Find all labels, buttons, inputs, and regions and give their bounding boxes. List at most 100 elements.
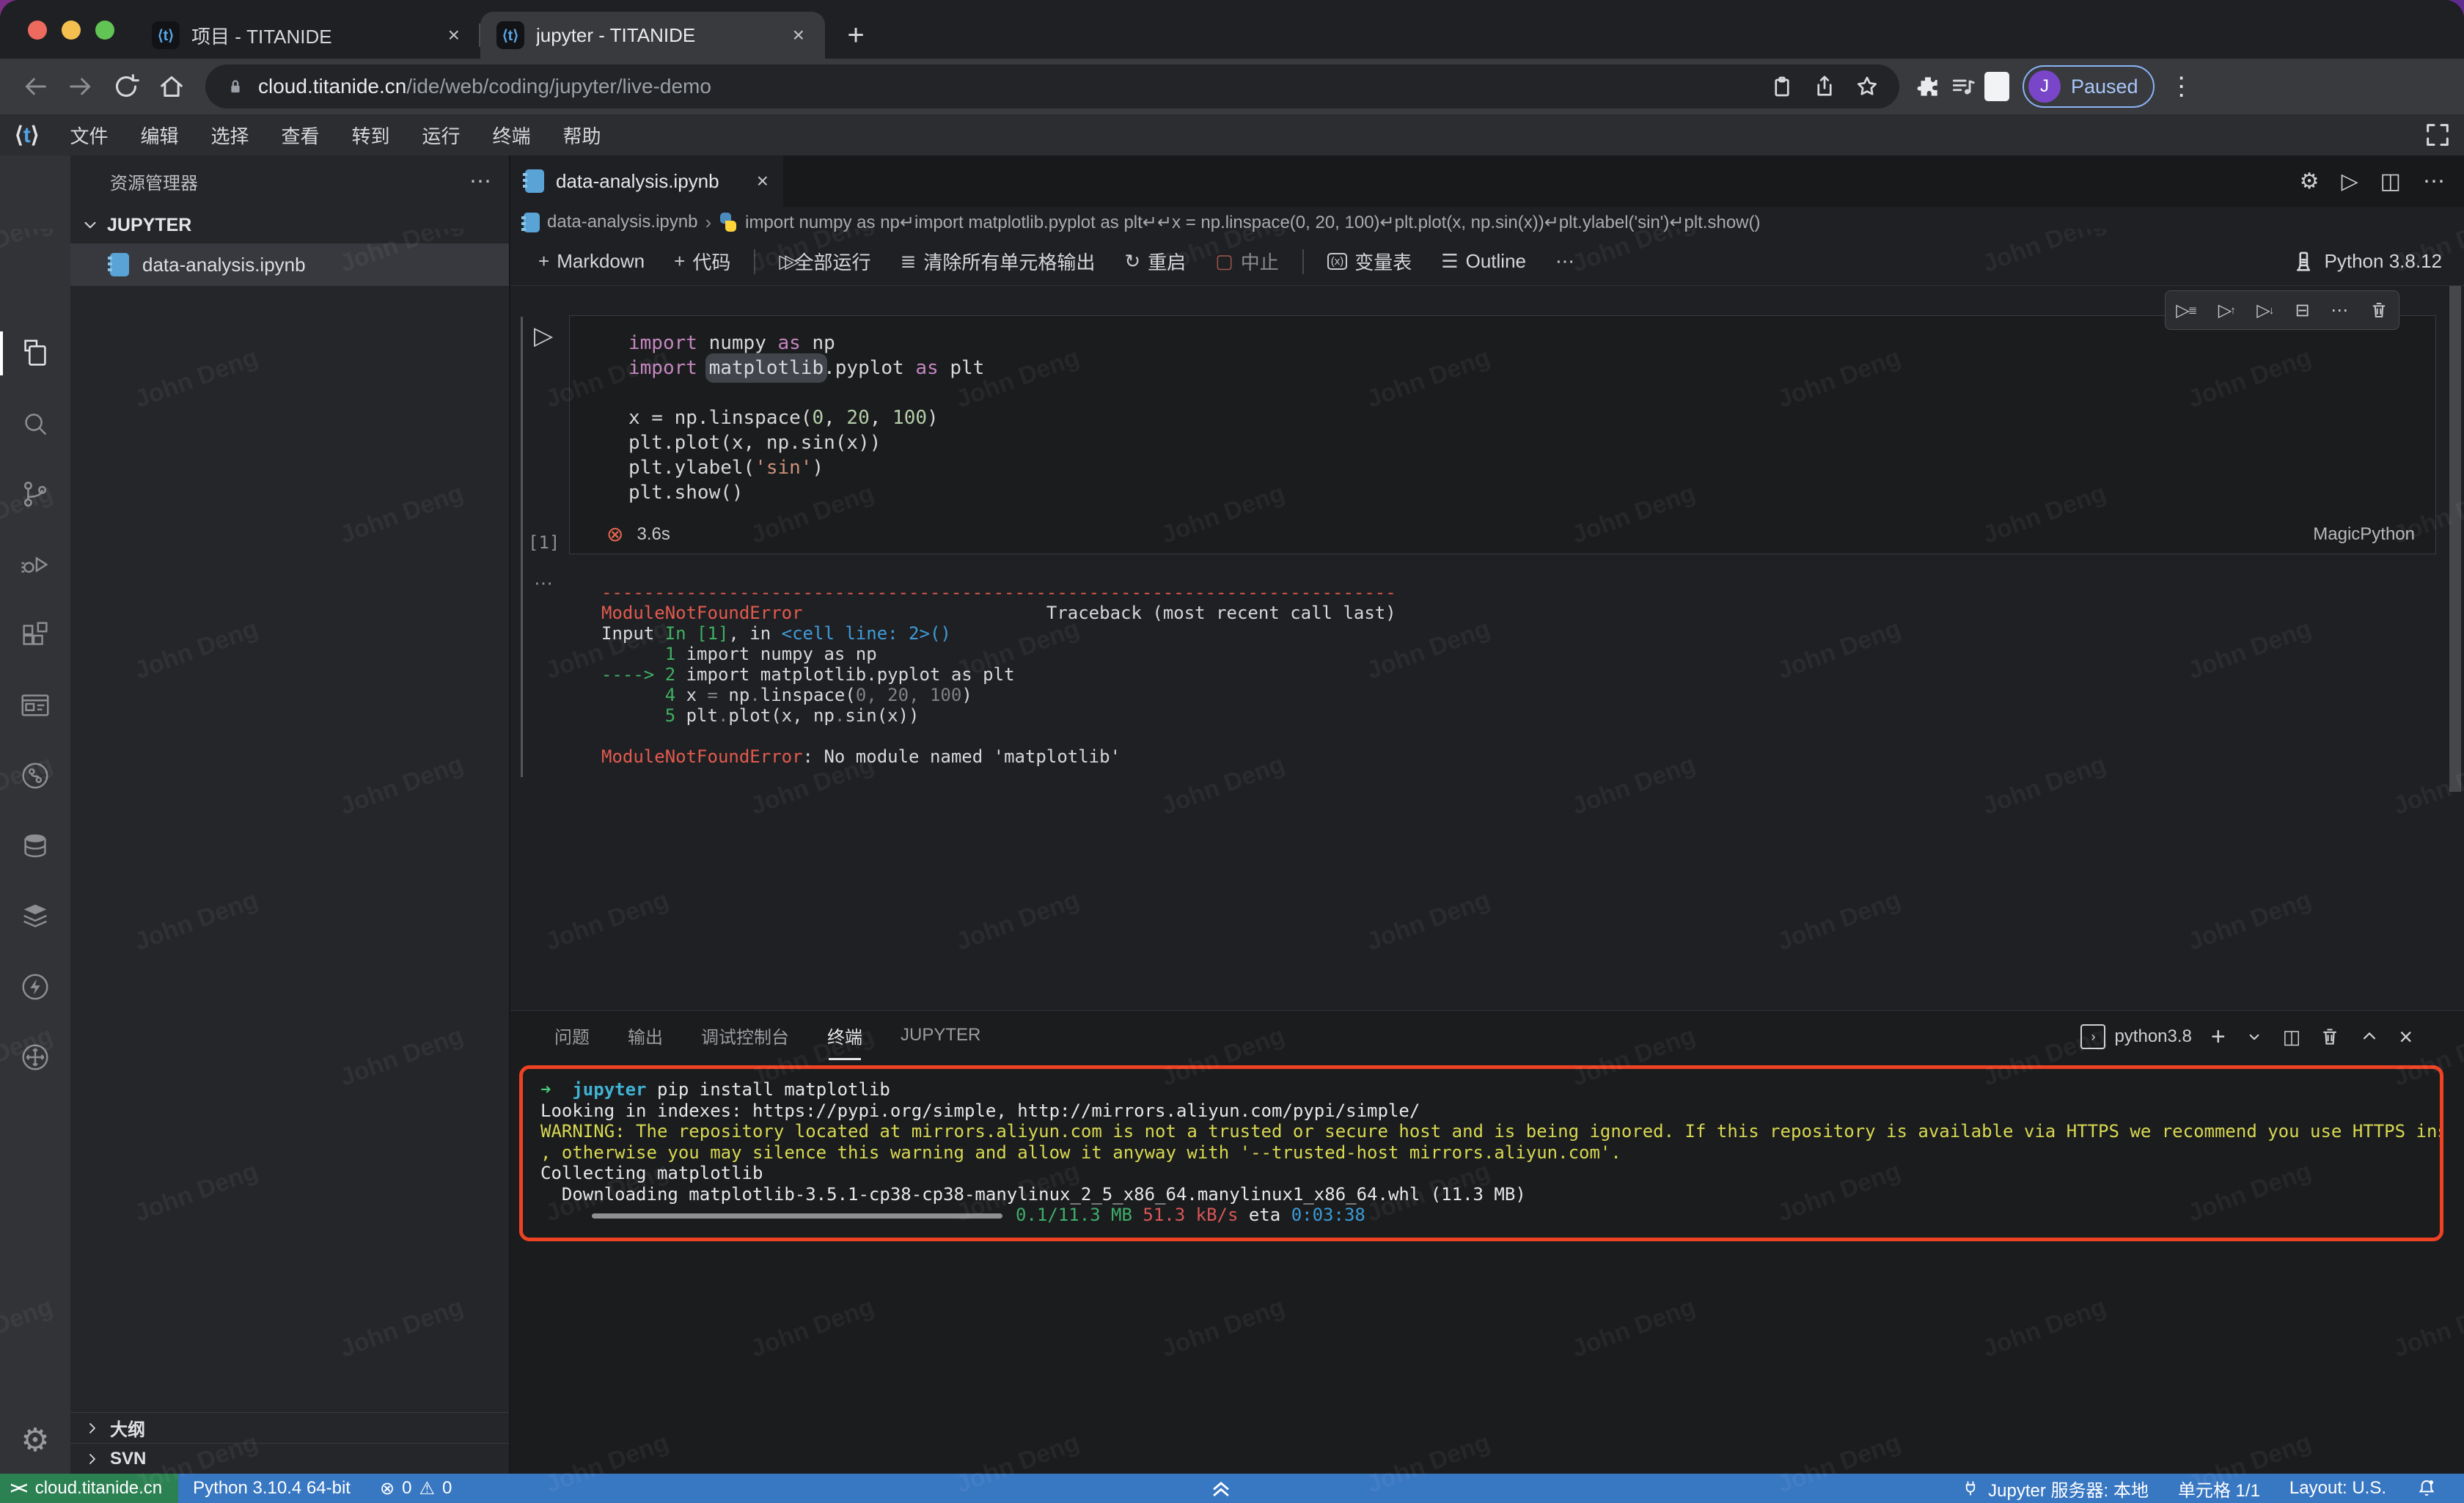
notifications-bell-icon[interactable] xyxy=(2401,1477,2452,1499)
profile-chip[interactable]: J Paused xyxy=(2023,65,2155,108)
chevron-right-icon xyxy=(84,1419,101,1437)
kill-terminal-icon[interactable] xyxy=(2320,1026,2340,1047)
reload-icon[interactable] xyxy=(107,67,145,106)
tab-output[interactable]: 输出 xyxy=(628,1023,663,1051)
close-window-button[interactable] xyxy=(28,21,47,40)
menu-go[interactable]: 转到 xyxy=(336,122,406,149)
home-icon[interactable] xyxy=(153,67,191,106)
remote-indicator[interactable]: >< cloud.titanide.cn xyxy=(0,1474,178,1503)
share-icon[interactable] xyxy=(1811,73,1838,100)
git-graph-icon[interactable] xyxy=(0,749,70,802)
terminal-shell-chip[interactable]: › python3.8 xyxy=(2080,1024,2191,1049)
close-tab-icon[interactable]: × xyxy=(788,23,809,47)
editor-more-icon[interactable]: ⋯ xyxy=(2423,169,2445,194)
variables-button[interactable]: (x)变量表 xyxy=(1316,248,1424,275)
back-icon[interactable] xyxy=(16,67,54,106)
explorer-icon[interactable] xyxy=(0,327,70,380)
run-cell-button[interactable]: ▷ xyxy=(534,321,553,350)
new-terminal-icon[interactable]: + xyxy=(2211,1023,2226,1051)
outline-section[interactable]: 大纲 xyxy=(70,1412,509,1443)
jupyter-server-status[interactable]: Jupyter 服务器: 本地 xyxy=(1946,1476,2163,1502)
browser-tab-project[interactable]: ⟨t⟩ 项目 - TITANIDE × xyxy=(136,12,480,59)
restart-kernel-button[interactable]: ↻重启 xyxy=(1112,248,1198,275)
side-panel-icon[interactable] xyxy=(1984,72,2009,101)
svn-section[interactable]: SVN xyxy=(70,1443,509,1474)
explorer-more-icon[interactable]: ⋯ xyxy=(469,169,491,194)
close-editor-icon[interactable]: × xyxy=(757,169,769,193)
execute-above-icon[interactable]: ▷↑ xyxy=(2218,300,2236,321)
browser-tab-jupyter[interactable]: ⟨t⟩ jupyter - TITANIDE × xyxy=(480,12,825,59)
python-interpreter-status[interactable]: Python 3.10.4 64-bit xyxy=(178,1478,365,1499)
database-icon[interactable] xyxy=(0,820,70,872)
minimize-window-button[interactable] xyxy=(62,21,81,40)
add-markdown-button[interactable]: +Markdown xyxy=(527,250,656,273)
playlist-icon[interactable] xyxy=(1949,73,1977,100)
menu-help[interactable]: 帮助 xyxy=(547,122,617,149)
cell-code-editor[interactable]: import numpy as npimport matplotlib.pypl… xyxy=(628,331,2421,505)
menu-file[interactable]: 文件 xyxy=(54,122,124,149)
forward-icon[interactable] xyxy=(62,67,100,106)
terminal-dropdown-icon[interactable] xyxy=(2245,1027,2264,1046)
zoom-window-button[interactable] xyxy=(95,21,114,40)
interrupt-button[interactable]: ▢中止 xyxy=(1203,248,1291,275)
run-icon[interactable]: ▷ xyxy=(2342,169,2358,194)
tab-debug-console[interactable]: 调试控制台 xyxy=(701,1023,789,1051)
cell-language-label[interactable]: MagicPython xyxy=(2313,524,2415,545)
remote-browser-icon[interactable] xyxy=(0,679,70,732)
editor-tab-notebook[interactable]: data-analysis.ipynb × xyxy=(510,155,783,207)
tab-terminal[interactable]: 终端 xyxy=(827,1023,862,1051)
extensions-icon[interactable] xyxy=(0,609,70,661)
run-all-button[interactable]: ▷▷ 全部运行 xyxy=(767,248,882,275)
split-cell-icon[interactable]: ⊟ xyxy=(2295,300,2310,321)
editor-scrollbar[interactable] xyxy=(2449,286,2461,792)
cell-position-status[interactable]: 单元格 1/1 xyxy=(2163,1476,2275,1502)
breadcrumb[interactable]: data-analysis.ipynb › import numpy as np… xyxy=(510,207,2464,238)
editor-tab-bar: data-analysis.ipynb × ⚙ ▷ ◫ ⋯ xyxy=(510,155,2464,207)
output-collapse-handle[interactable]: ⋯ xyxy=(534,572,553,595)
execute-below-icon[interactable]: ▷↓ xyxy=(2256,300,2274,321)
menu-run[interactable]: 运行 xyxy=(406,122,477,149)
url-bar[interactable]: cloud.titanide.cn/ide/web/coding/jupyter… xyxy=(205,65,1899,109)
bookmark-star-icon[interactable] xyxy=(1854,73,1880,100)
clipboard-icon[interactable] xyxy=(1769,73,1795,100)
menu-selection[interactable]: 选择 xyxy=(194,122,265,149)
menu-edit[interactable]: 编辑 xyxy=(124,122,194,149)
toolbar-more-icon[interactable]: ⋯ xyxy=(1544,250,1586,273)
split-terminal-icon[interactable]: ◫ xyxy=(2283,1026,2301,1048)
search-icon[interactable] xyxy=(0,397,70,450)
close-tab-icon[interactable]: × xyxy=(444,23,464,47)
problems-status[interactable]: ⊗ 0 ⚠ 0 xyxy=(365,1478,466,1499)
kernel-picker[interactable]: Python 3.8.12 xyxy=(2291,249,2464,274)
cell-more-icon[interactable]: ⋯ xyxy=(2331,300,2348,321)
layers-icon[interactable] xyxy=(0,890,70,943)
delete-cell-icon[interactable] xyxy=(2369,301,2388,320)
menu-terminal[interactable]: 终端 xyxy=(477,122,547,149)
workspace-section-jupyter[interactable]: JUPYTER xyxy=(70,207,509,243)
notebook-settings-gear-icon[interactable]: ⚙ xyxy=(2300,169,2320,194)
file-item-notebook[interactable]: data-analysis.ipynb xyxy=(70,243,509,286)
clear-outputs-button[interactable]: ≣清除所有单元格输出 xyxy=(889,248,1107,275)
add-code-button[interactable]: +代码 xyxy=(662,248,742,275)
split-editor-icon[interactable]: ◫ xyxy=(2380,169,2401,194)
fullscreen-icon[interactable] xyxy=(2423,120,2452,155)
menu-view[interactable]: 查看 xyxy=(265,122,335,149)
tab-problems[interactable]: 问题 xyxy=(554,1023,590,1051)
thunder-icon[interactable] xyxy=(0,960,70,1013)
new-tab-button[interactable]: + xyxy=(835,15,876,56)
panel-expand-chevrons[interactable] xyxy=(1206,1474,1236,1503)
remote-hub-icon[interactable] xyxy=(0,1031,70,1084)
maximize-panel-icon[interactable] xyxy=(2359,1026,2380,1047)
source-control-icon[interactable] xyxy=(0,468,70,521)
settings-gear-icon[interactable]: ⚙ xyxy=(0,1422,70,1459)
browser-menu-icon[interactable]: ⋮ xyxy=(2162,72,2201,101)
keyboard-layout-status[interactable]: Layout: U.S. xyxy=(2275,1478,2401,1499)
run-debug-icon[interactable] xyxy=(0,538,70,591)
outline-button[interactable]: ☰Outline xyxy=(1429,250,1538,273)
extensions-puzzle-icon[interactable] xyxy=(1914,73,1942,100)
execute-cell-and-below-icon[interactable]: ▷≣ xyxy=(2176,300,2197,321)
titanide-logo[interactable]: ⟨t⟩ xyxy=(15,122,39,148)
tab-jupyter[interactable]: JUPYTER xyxy=(901,1025,980,1048)
code-cell[interactable]: import numpy as npimport matplotlib.pypl… xyxy=(569,315,2436,554)
close-panel-icon[interactable]: × xyxy=(2399,1024,2413,1051)
terminal-content[interactable]: ➜ jupyter pip install matplotlibLooking … xyxy=(540,1079,2432,1226)
